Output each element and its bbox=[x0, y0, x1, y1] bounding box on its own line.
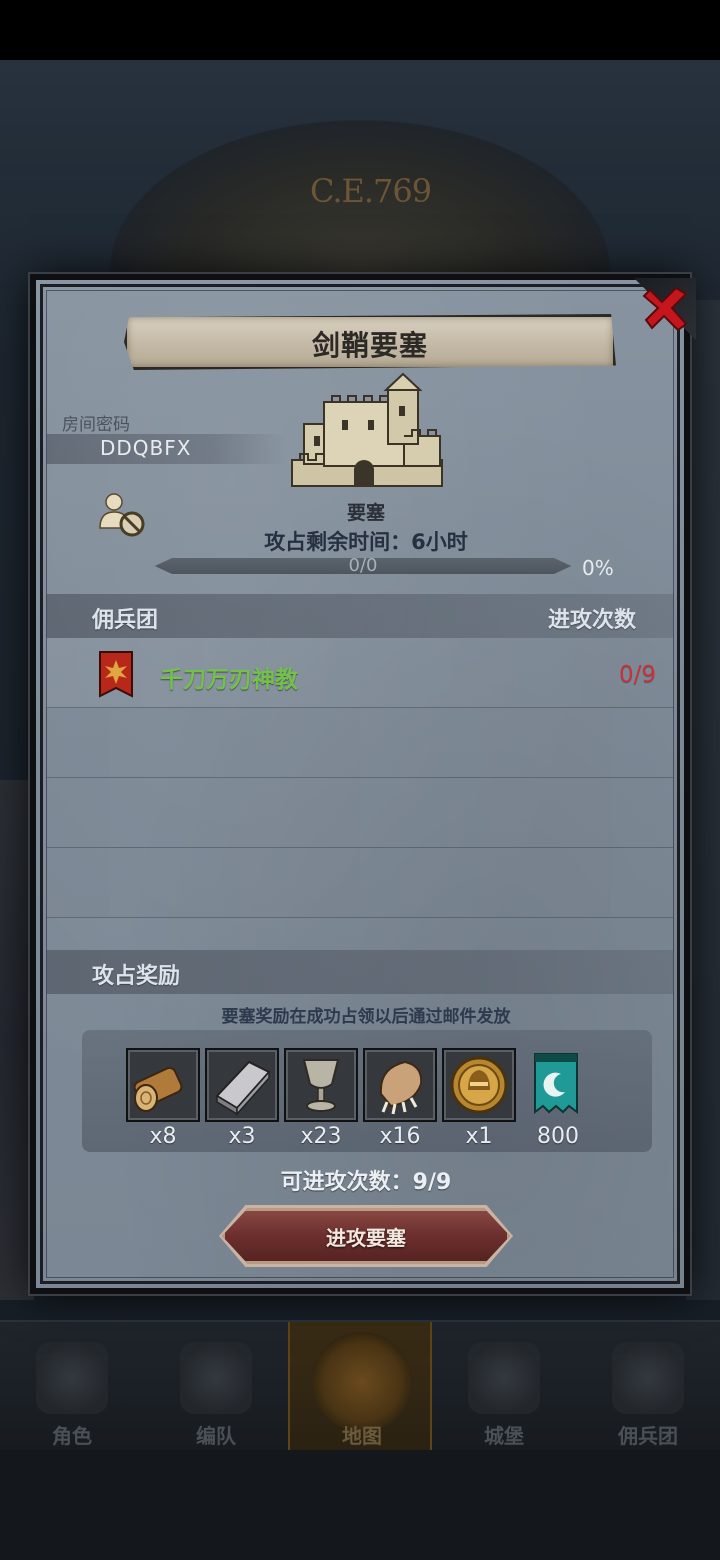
character-icon bbox=[36, 1342, 108, 1414]
reward-count: x8 bbox=[149, 1124, 177, 1149]
capture-progress-percent: 0% bbox=[582, 556, 614, 580]
mercenary-header: 佣兵团 bbox=[92, 608, 159, 633]
nav-item-castle[interactable]: 城堡 bbox=[432, 1322, 576, 1452]
user-block-icon[interactable] bbox=[98, 492, 146, 538]
reward-item-claw[interactable] bbox=[363, 1048, 437, 1122]
iron-ingot-icon bbox=[215, 1060, 271, 1116]
table-row bbox=[46, 848, 674, 918]
castle-icon bbox=[468, 1342, 540, 1414]
remaining-attacks: 可进攻次数：9/9 bbox=[280, 1170, 452, 1195]
bottom-nav: 角色 编队 地图 城堡 佣兵团 bbox=[0, 1320, 720, 1452]
reward-item-wood[interactable] bbox=[126, 1048, 200, 1122]
knight-medal-icon bbox=[450, 1056, 508, 1114]
nav-item-map[interactable]: 地图 bbox=[288, 1322, 432, 1452]
map-edge-right bbox=[686, 300, 720, 1300]
reward-count: x3 bbox=[228, 1124, 256, 1149]
guild-banner-icon bbox=[534, 1053, 578, 1114]
map-edge-left bbox=[0, 780, 34, 1300]
room-password-label: 房间密码 bbox=[62, 415, 130, 435]
fortress-label: 要塞 bbox=[346, 502, 385, 524]
nav-label: 城堡 bbox=[484, 1424, 524, 1448]
reward-count: 800 bbox=[537, 1124, 579, 1149]
room-password-value: DDQBFX bbox=[100, 436, 192, 460]
mercenary-attack-count: 0/9 bbox=[618, 662, 656, 688]
nav-label: 角色 bbox=[52, 1424, 92, 1448]
era-year: C.E.769 bbox=[310, 172, 432, 210]
status-strip bbox=[0, 0, 720, 60]
reward-count: x23 bbox=[300, 1124, 342, 1149]
remaining-time: 攻占剩余时间：6小时 bbox=[264, 530, 468, 554]
capture-progress-text: 0/0 bbox=[348, 555, 378, 576]
reward-count: x16 bbox=[379, 1124, 421, 1149]
attack-count-header: 进攻次数 bbox=[548, 608, 637, 633]
reward-count: x1 bbox=[465, 1124, 493, 1149]
nav-item-mercenary[interactable]: 佣兵团 bbox=[576, 1322, 720, 1452]
dialog-title: 剑鞘要塞 bbox=[311, 329, 428, 362]
reward-item-medal[interactable] bbox=[442, 1048, 516, 1122]
table-row bbox=[46, 708, 674, 778]
mercenary-name[interactable]: 千刀万刃神教 bbox=[160, 660, 298, 694]
fortress-image bbox=[291, 372, 443, 487]
formation-icon bbox=[180, 1342, 252, 1414]
rewards-note: 要塞奖励在成功占领以后通过邮件发放 bbox=[221, 1007, 511, 1027]
mercenary-icon bbox=[612, 1342, 684, 1414]
nav-item-character[interactable]: 角色 bbox=[0, 1322, 144, 1452]
wood-log-icon bbox=[133, 1066, 183, 1112]
reward-item-iron[interactable] bbox=[205, 1048, 279, 1122]
nav-label: 地图 bbox=[342, 1424, 382, 1448]
nav-label: 佣兵团 bbox=[618, 1424, 678, 1448]
map-icon bbox=[312, 1332, 412, 1432]
goblet-icon bbox=[302, 1059, 340, 1112]
reward-item-banner[interactable] bbox=[521, 1048, 595, 1122]
reward-item-goblet[interactable] bbox=[284, 1048, 358, 1122]
beast-claw-icon bbox=[379, 1060, 423, 1115]
rewards-header: 攻占奖励 bbox=[92, 964, 181, 989]
table-row bbox=[46, 778, 674, 848]
close-icon[interactable] bbox=[642, 284, 692, 334]
mercenary-flag-icon bbox=[99, 651, 133, 698]
bottom-footer bbox=[0, 1450, 720, 1560]
nav-label: 编队 bbox=[196, 1424, 236, 1448]
fortress-dialog: 剑鞘要塞 房间密码 DDQBFX 要塞 攻占剩余时间：6小时 0/0 0% 佣兵… bbox=[30, 274, 696, 1294]
nav-item-formation[interactable]: 编队 bbox=[144, 1322, 288, 1452]
attack-fortress-button-label[interactable]: 进攻要塞 bbox=[222, 1222, 510, 1251]
